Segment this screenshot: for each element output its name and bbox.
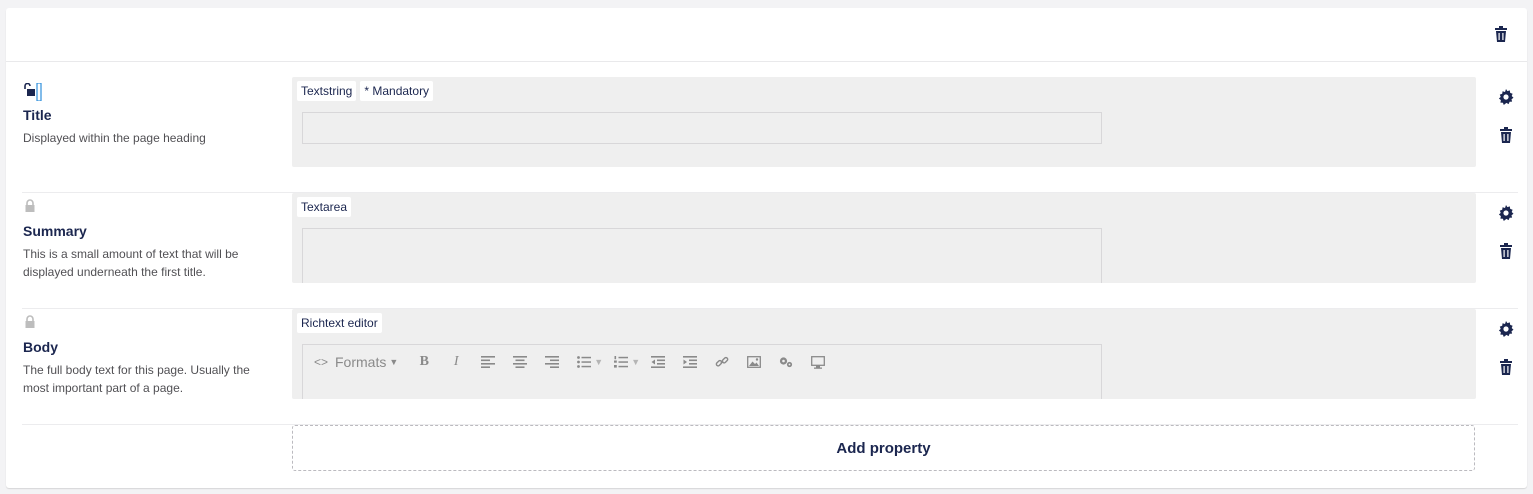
image-icon[interactable] — [738, 346, 770, 378]
trash-icon — [1500, 359, 1512, 375]
unlock-icon — [24, 82, 42, 102]
gear-icon — [1498, 205, 1514, 221]
property-row-title: Title Displayed within the page heading … — [22, 77, 1518, 193]
chevron-down-icon: ▼ — [389, 357, 399, 367]
property-label[interactable]: Title — [23, 107, 52, 123]
editor-type-tag: Textarea — [297, 197, 352, 217]
editor-type-tag: Richtext editor — [297, 313, 382, 333]
property-settings-button[interactable] — [1496, 203, 1516, 223]
gear-icon — [1498, 89, 1514, 105]
indent-icon[interactable] — [674, 346, 706, 378]
formats-label: Formats — [335, 354, 387, 370]
bold-icon[interactable]: B — [408, 346, 440, 378]
property-description: Displayed within the page heading — [23, 131, 206, 145]
property-settings-button[interactable] — [1496, 87, 1516, 107]
italic-icon[interactable]: I — [440, 346, 472, 378]
delete-group-button[interactable] — [1491, 24, 1511, 44]
group-panel: Title Displayed within the page heading … — [6, 8, 1527, 488]
macro-icon[interactable] — [770, 346, 802, 378]
property-row-body: Body The full body text for this page. U… — [22, 309, 1518, 425]
align-left-icon[interactable] — [472, 346, 504, 378]
chevron-down-icon[interactable]: ▼ — [594, 357, 603, 367]
source-code-icon[interactable]: <> — [311, 346, 331, 378]
lock-icon — [25, 315, 35, 328]
textarea-preview — [302, 228, 1102, 283]
group-header — [6, 8, 1527, 62]
embed-icon[interactable] — [802, 346, 834, 378]
property-editor-preview[interactable]: Textarea — [292, 193, 1476, 283]
property-delete-button[interactable] — [1496, 125, 1516, 145]
trash-icon — [1500, 127, 1512, 143]
align-right-icon[interactable] — [536, 346, 568, 378]
trash-icon — [1495, 26, 1507, 42]
property-delete-button[interactable] — [1496, 241, 1516, 261]
rte-content-preview — [302, 379, 1102, 399]
link-icon[interactable] — [706, 346, 738, 378]
textstring-preview — [302, 112, 1102, 144]
property-settings-button[interactable] — [1496, 319, 1516, 339]
property-description: This is a small amount of text that will… — [23, 247, 239, 279]
property-row-summary: Summary This is a small amount of text t… — [22, 193, 1518, 309]
property-label[interactable]: Body — [23, 339, 58, 355]
editor-type-tag: Textstring — [297, 81, 357, 101]
trash-icon — [1500, 243, 1512, 259]
chevron-down-icon[interactable]: ▼ — [631, 357, 640, 367]
property-label[interactable]: Summary — [23, 223, 87, 239]
property-editor-preview[interactable]: Textstring * Mandatory — [292, 77, 1476, 167]
property-description: The full body text for this page. Usuall… — [23, 363, 250, 395]
rte-toolbar: <> Formats ▼ B I ▼ ▼ — [302, 344, 1102, 380]
gear-icon — [1498, 321, 1514, 337]
lock-toggle[interactable] — [24, 315, 40, 331]
property-editor-preview[interactable]: Richtext editor <> Formats ▼ B I ▼ ▼ — [292, 309, 1476, 399]
align-center-icon[interactable] — [504, 346, 536, 378]
formats-dropdown[interactable]: Formats ▼ — [331, 354, 408, 370]
property-delete-button[interactable] — [1496, 357, 1516, 377]
mandatory-tag: * Mandatory — [360, 81, 434, 101]
lock-toggle[interactable] — [24, 199, 40, 215]
lock-toggle[interactable] — [24, 82, 42, 102]
lock-icon — [25, 199, 35, 212]
add-property-button[interactable]: Add property — [292, 425, 1475, 471]
outdent-icon[interactable] — [642, 346, 674, 378]
